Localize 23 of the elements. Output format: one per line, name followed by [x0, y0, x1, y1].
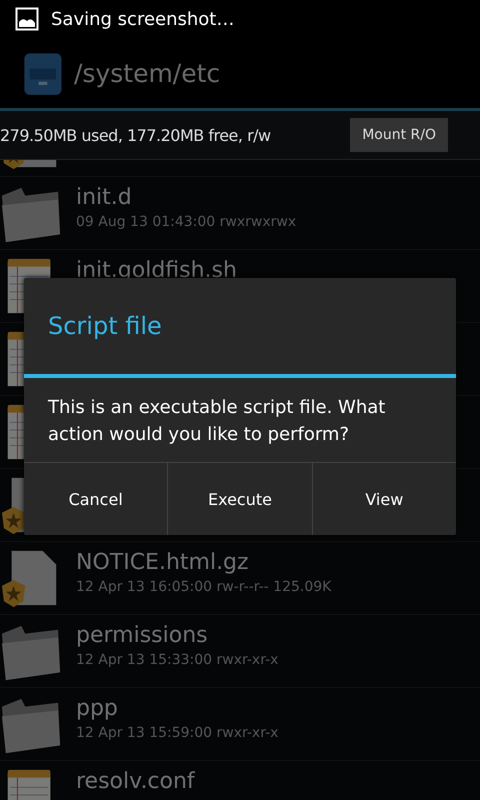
file-row[interactable]: ppp 12 Apr 13 15:59:00 rwxr-xr-x: [0, 688, 480, 761]
file-row[interactable]: permissions 12 Apr 13 15:33:00 rwxr-xr-x: [0, 615, 480, 688]
dialog-button[interactable]: Cancel: [24, 463, 168, 535]
dialog-button[interactable]: Execute: [167, 463, 312, 535]
dialog-message: This is an executable script file. What action would you like to perform?: [24, 378, 456, 462]
file-name: resolv.conf: [76, 769, 195, 794]
file-name: permissions: [76, 623, 209, 648]
file-row[interactable]: resolv.conf: [0, 761, 480, 800]
file-details: 12 Apr 13 16:05:00 rw-r--r-- 125.09K: [76, 579, 332, 595]
file-details: 12 Apr 13 15:59:00 rwxr-xr-x: [76, 725, 278, 741]
file-details: 12 Apr 13 15:33:00 rwxr-xr-x: [76, 652, 278, 668]
file-name: init.d: [76, 185, 133, 210]
picture-icon: [15, 7, 39, 31]
file-row[interactable]: init.d 09 Aug 13 01:43:00 rwxrwxrwx: [0, 177, 480, 250]
file-name: NOTICE.html.gz: [76, 550, 250, 575]
notification-text: Saving screenshot…: [51, 8, 234, 30]
dialog-button[interactable]: View: [312, 463, 456, 535]
file-name: ppp: [76, 696, 119, 721]
file-details: 09 Aug 13 01:43:00 rwxrwxrwx: [76, 214, 296, 230]
file-row[interactable]: NOTICE.html.gz 12 Apr 13 16:05:00 rw-r--r-- 125.09K: [0, 542, 480, 615]
mount-button[interactable]: Mount R/O: [350, 118, 448, 152]
path-title: /system/etc: [74, 58, 220, 88]
storage-usage: 279.50MB used, 177.20MB free, r/w: [0, 126, 271, 144]
